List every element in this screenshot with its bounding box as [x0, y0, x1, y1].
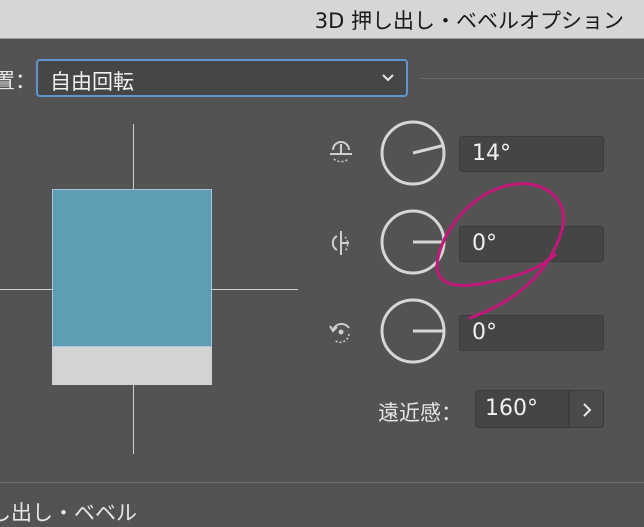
perspective-field[interactable]: 160° [475, 390, 569, 428]
cube-front-face[interactable] [52, 189, 212, 347]
divider [420, 78, 644, 79]
rotate-x-dial[interactable] [380, 120, 446, 186]
rotation-preview[interactable] [0, 120, 300, 460]
rotate-y-dial[interactable] [380, 209, 446, 275]
rotate-y-field[interactable]: 0° [459, 226, 604, 262]
rotate-z-field[interactable]: 0° [459, 315, 604, 351]
chevron-right-icon [583, 403, 592, 417]
position-select-value: 自由回転 [50, 70, 134, 94]
rotate-z-value: 0° [472, 320, 497, 345]
title-bar: 3D 押し出し・ベベルオプション [0, 0, 644, 39]
cube-bottom-face[interactable] [52, 347, 212, 385]
rotate-y-axis-icon [331, 231, 349, 255]
perspective-label: 遠近感： [378, 401, 462, 425]
rotate-z-dial[interactable] [380, 298, 446, 364]
position-label: 置： [0, 69, 36, 93]
position-select[interactable]: 自由回転 [36, 59, 408, 97]
rotate-x-field[interactable]: 14° [459, 136, 604, 172]
window-title: 3D 押し出し・ベベルオプション [314, 9, 624, 33]
perspective-value: 160° [485, 396, 538, 421]
section-label: し出し・ベベル [0, 501, 137, 525]
chevron-down-icon [382, 74, 394, 82]
rotate-z-axis-icon [329, 323, 350, 344]
rotate-y-value: 0° [472, 231, 497, 256]
rotate-x-axis-icon [330, 141, 352, 163]
rotate-x-value: 14° [472, 141, 511, 166]
section-divider [0, 482, 644, 483]
perspective-slider-button[interactable] [569, 390, 604, 428]
